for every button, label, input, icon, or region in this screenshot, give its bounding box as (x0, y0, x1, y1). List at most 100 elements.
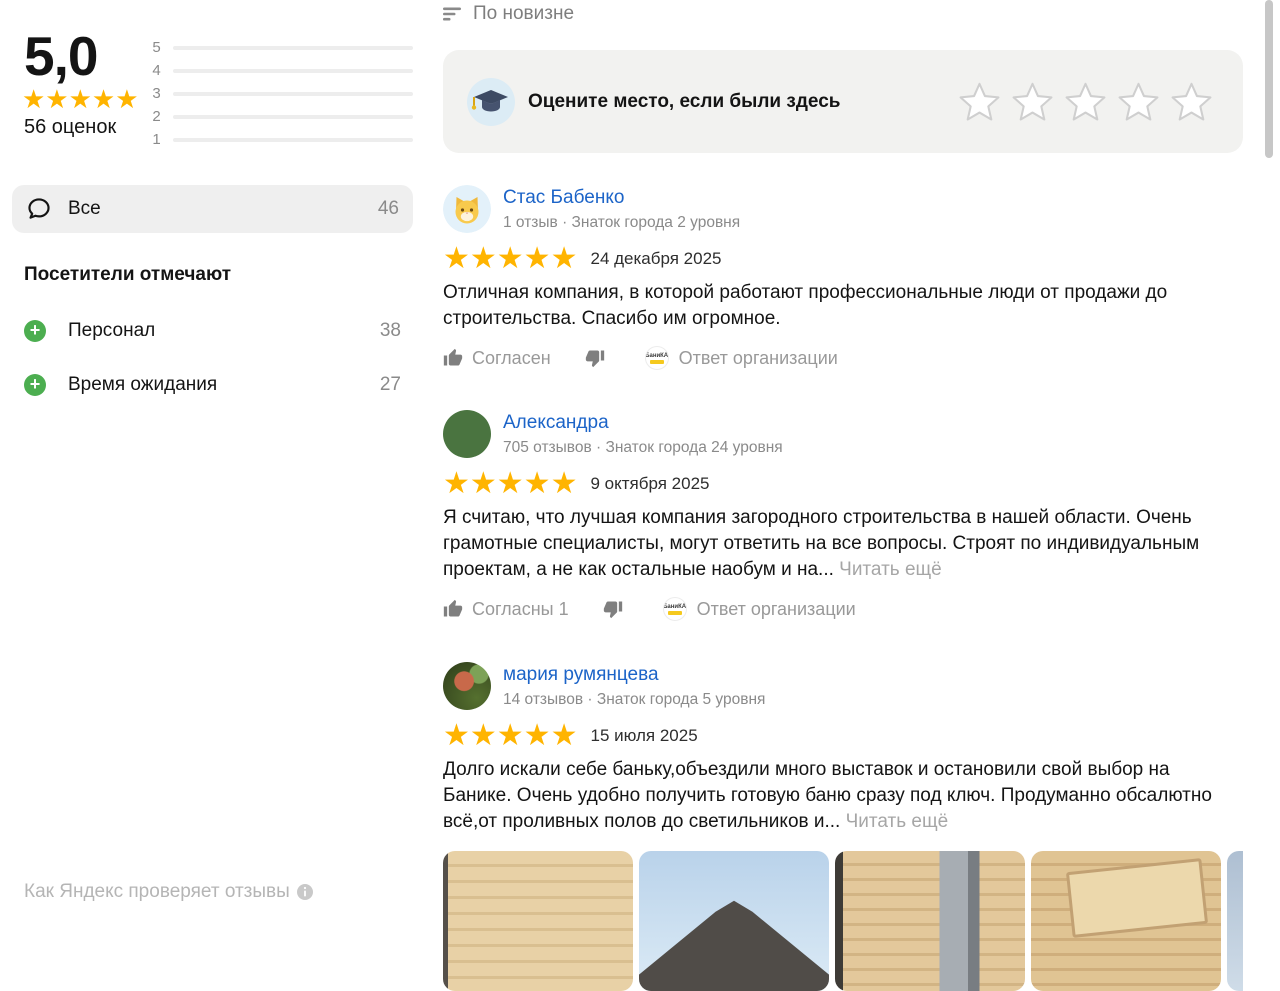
review-card: Александра 705 отзывов · Знаток города 2… (443, 410, 1243, 621)
rate-star-2[interactable] (1009, 79, 1056, 124)
review-text: Отличная компания, в которой работают пр… (443, 280, 1243, 332)
review-card: мария румянцева 14 отзывов · Знаток горо… (443, 662, 1243, 991)
review-photo-thumbnail[interactable] (1031, 851, 1221, 991)
aspect-label: Время ожидания (68, 374, 217, 396)
review-actions: Согласен БаниКА Ответ организации (443, 346, 1243, 370)
reviewer-meta: 14 отзывов · Знаток города 5 уровня (503, 691, 765, 709)
thumb-down-icon (603, 599, 623, 619)
histogram-row: 3 (150, 82, 413, 105)
vertical-scrollbar-thumb[interactable] (1265, 0, 1273, 158)
histogram-label: 5 (150, 39, 163, 56)
review-photo-thumbnail[interactable] (1227, 851, 1243, 991)
thumb-up-icon (443, 348, 463, 368)
rate-star-4[interactable] (1115, 79, 1162, 124)
read-more-link[interactable]: Читать ещё (839, 559, 942, 580)
histogram-row: 5 (150, 36, 413, 59)
review-actions: Согласны 1 БаниКА Ответ организации (443, 597, 1243, 621)
review-text-body: Я считаю, что лучшая компания загородног… (443, 507, 1199, 580)
histogram-label: 4 (150, 62, 163, 79)
filter-all-reviews[interactable]: Все 46 (12, 185, 413, 233)
verify-link-label: Как Яндекс проверяет отзывы (24, 881, 290, 903)
thumb-down-icon (585, 348, 605, 368)
review-photo-thumbnail[interactable] (639, 851, 829, 991)
reviewer-avatar-photo[interactable] (443, 662, 491, 710)
overall-rating: 5,0 (24, 24, 97, 88)
org-logo-text: БаниКА (663, 604, 686, 610)
agree-button[interactable]: Согласен (443, 348, 551, 369)
reviewer-avatar-photo[interactable] (443, 410, 491, 458)
review-header: Александра 705 отзывов · Знаток города 2… (443, 410, 1243, 458)
histogram-row: 1 (150, 128, 413, 151)
histogram-track (173, 46, 413, 50)
reviews-sidebar: 5,0 ★★★★★ 56 оценок 5 4 3 2 1 Все (0, 0, 420, 897)
histogram-label: 2 (150, 108, 163, 125)
review-date: 24 декабря 2025 (590, 249, 721, 269)
reviewer-name-link[interactable]: мария румянцева (503, 664, 765, 686)
info-icon (296, 883, 314, 901)
org-reply-label: Ответ организации (697, 599, 856, 620)
rate-star-3[interactable] (1062, 79, 1109, 124)
org-logo-icon: БаниКА (663, 597, 687, 621)
disagree-button[interactable] (585, 348, 605, 368)
disagree-button[interactable] (603, 599, 623, 619)
org-logo-bar (650, 360, 664, 364)
visitors-note-heading: Посетители отмечают (24, 264, 231, 286)
rate-star-picker (956, 79, 1215, 124)
org-reply-button[interactable]: БаниКА Ответ организации (663, 597, 856, 621)
review-header: Стас Бабенко 1 отзыв · Знаток города 2 у… (443, 185, 1243, 233)
review-photo-thumbnail[interactable] (443, 851, 633, 991)
ratings-count: 56 оценок (24, 116, 116, 139)
org-reply-label: Ответ организации (679, 348, 838, 369)
agree-label: Согласен (472, 348, 551, 369)
org-reply-button[interactable]: БаниКА Ответ организации (645, 346, 838, 370)
aspect-filter-personal[interactable]: + Персонал 38 (24, 304, 401, 358)
sort-icon (443, 6, 462, 22)
review-stars: ★★★★★ (443, 246, 577, 272)
review-header: мария румянцева 14 отзывов · Знаток горо… (443, 662, 1243, 710)
histogram-label: 3 (150, 85, 163, 102)
how-yandex-verifies-link[interactable]: Как Яндекс проверяет отзывы (24, 881, 314, 903)
rating-histogram: 5 4 3 2 1 (150, 36, 413, 151)
org-logo-text: БаниКА (645, 353, 668, 359)
rate-star-1[interactable] (956, 79, 1003, 124)
overall-stars: ★★★★★ (22, 86, 139, 112)
aspect-filter-waiting-time[interactable]: + Время ожидания 27 (24, 358, 401, 412)
review-rating-row: ★★★★★ 9 октября 2025 (443, 471, 1243, 497)
review-text: Я считаю, что лучшая компания загородног… (443, 505, 1243, 583)
review-rating-row: ★★★★★ 24 декабря 2025 (443, 246, 1243, 272)
review-stars: ★★★★★ (443, 471, 577, 497)
aspect-filters: + Персонал 38 + Время ожидания 27 (24, 304, 401, 412)
filter-all-label: Все (68, 198, 101, 220)
histogram-track (173, 92, 413, 96)
review-text-body: Долго искали себе баньку,объездили много… (443, 759, 1212, 832)
review-photo-thumbnail[interactable] (835, 851, 1025, 991)
org-logo-icon: БаниКА (645, 346, 669, 370)
reviewer-meta: 705 отзывов · Знаток города 24 уровня (503, 439, 783, 457)
histogram-row: 4 (150, 59, 413, 82)
agree-button[interactable]: Согласны 1 (443, 599, 569, 620)
reviewer-identity: мария румянцева 14 отзывов · Знаток горо… (503, 662, 765, 709)
review-photo-strip (443, 851, 1243, 991)
reviewer-meta: 1 отзыв · Знаток города 2 уровня (503, 214, 740, 232)
reviewer-avatar-cat[interactable] (443, 185, 491, 233)
review-date: 9 октября 2025 (590, 474, 709, 494)
aspect-count: 27 (380, 374, 401, 396)
reviewer-name-link[interactable]: Александра (503, 412, 783, 434)
rate-place-banner: Оцените место, если были здесь (443, 50, 1243, 153)
histogram-label: 1 (150, 131, 163, 148)
reviewer-name-link[interactable]: Стас Бабенко (503, 187, 740, 209)
rate-banner-title: Оцените место, если были здесь (528, 91, 840, 113)
rate-star-5[interactable] (1168, 79, 1215, 124)
histogram-track (173, 115, 413, 119)
chat-bubble-icon (26, 196, 52, 222)
plus-icon: + (24, 374, 46, 396)
reviews-feed: По новизне Оцените место, если были здес… (443, 0, 1243, 897)
agree-label: Согласны 1 (472, 599, 569, 620)
review-rating-row: ★★★★★ 15 июля 2025 (443, 723, 1243, 749)
sort-label: По новизне (473, 3, 574, 25)
aspect-count: 38 (380, 320, 401, 342)
thumb-up-icon (443, 599, 463, 619)
sort-dropdown[interactable]: По новизне (443, 3, 574, 25)
read-more-link[interactable]: Читать ещё (846, 811, 949, 832)
review-stars: ★★★★★ (443, 723, 577, 749)
